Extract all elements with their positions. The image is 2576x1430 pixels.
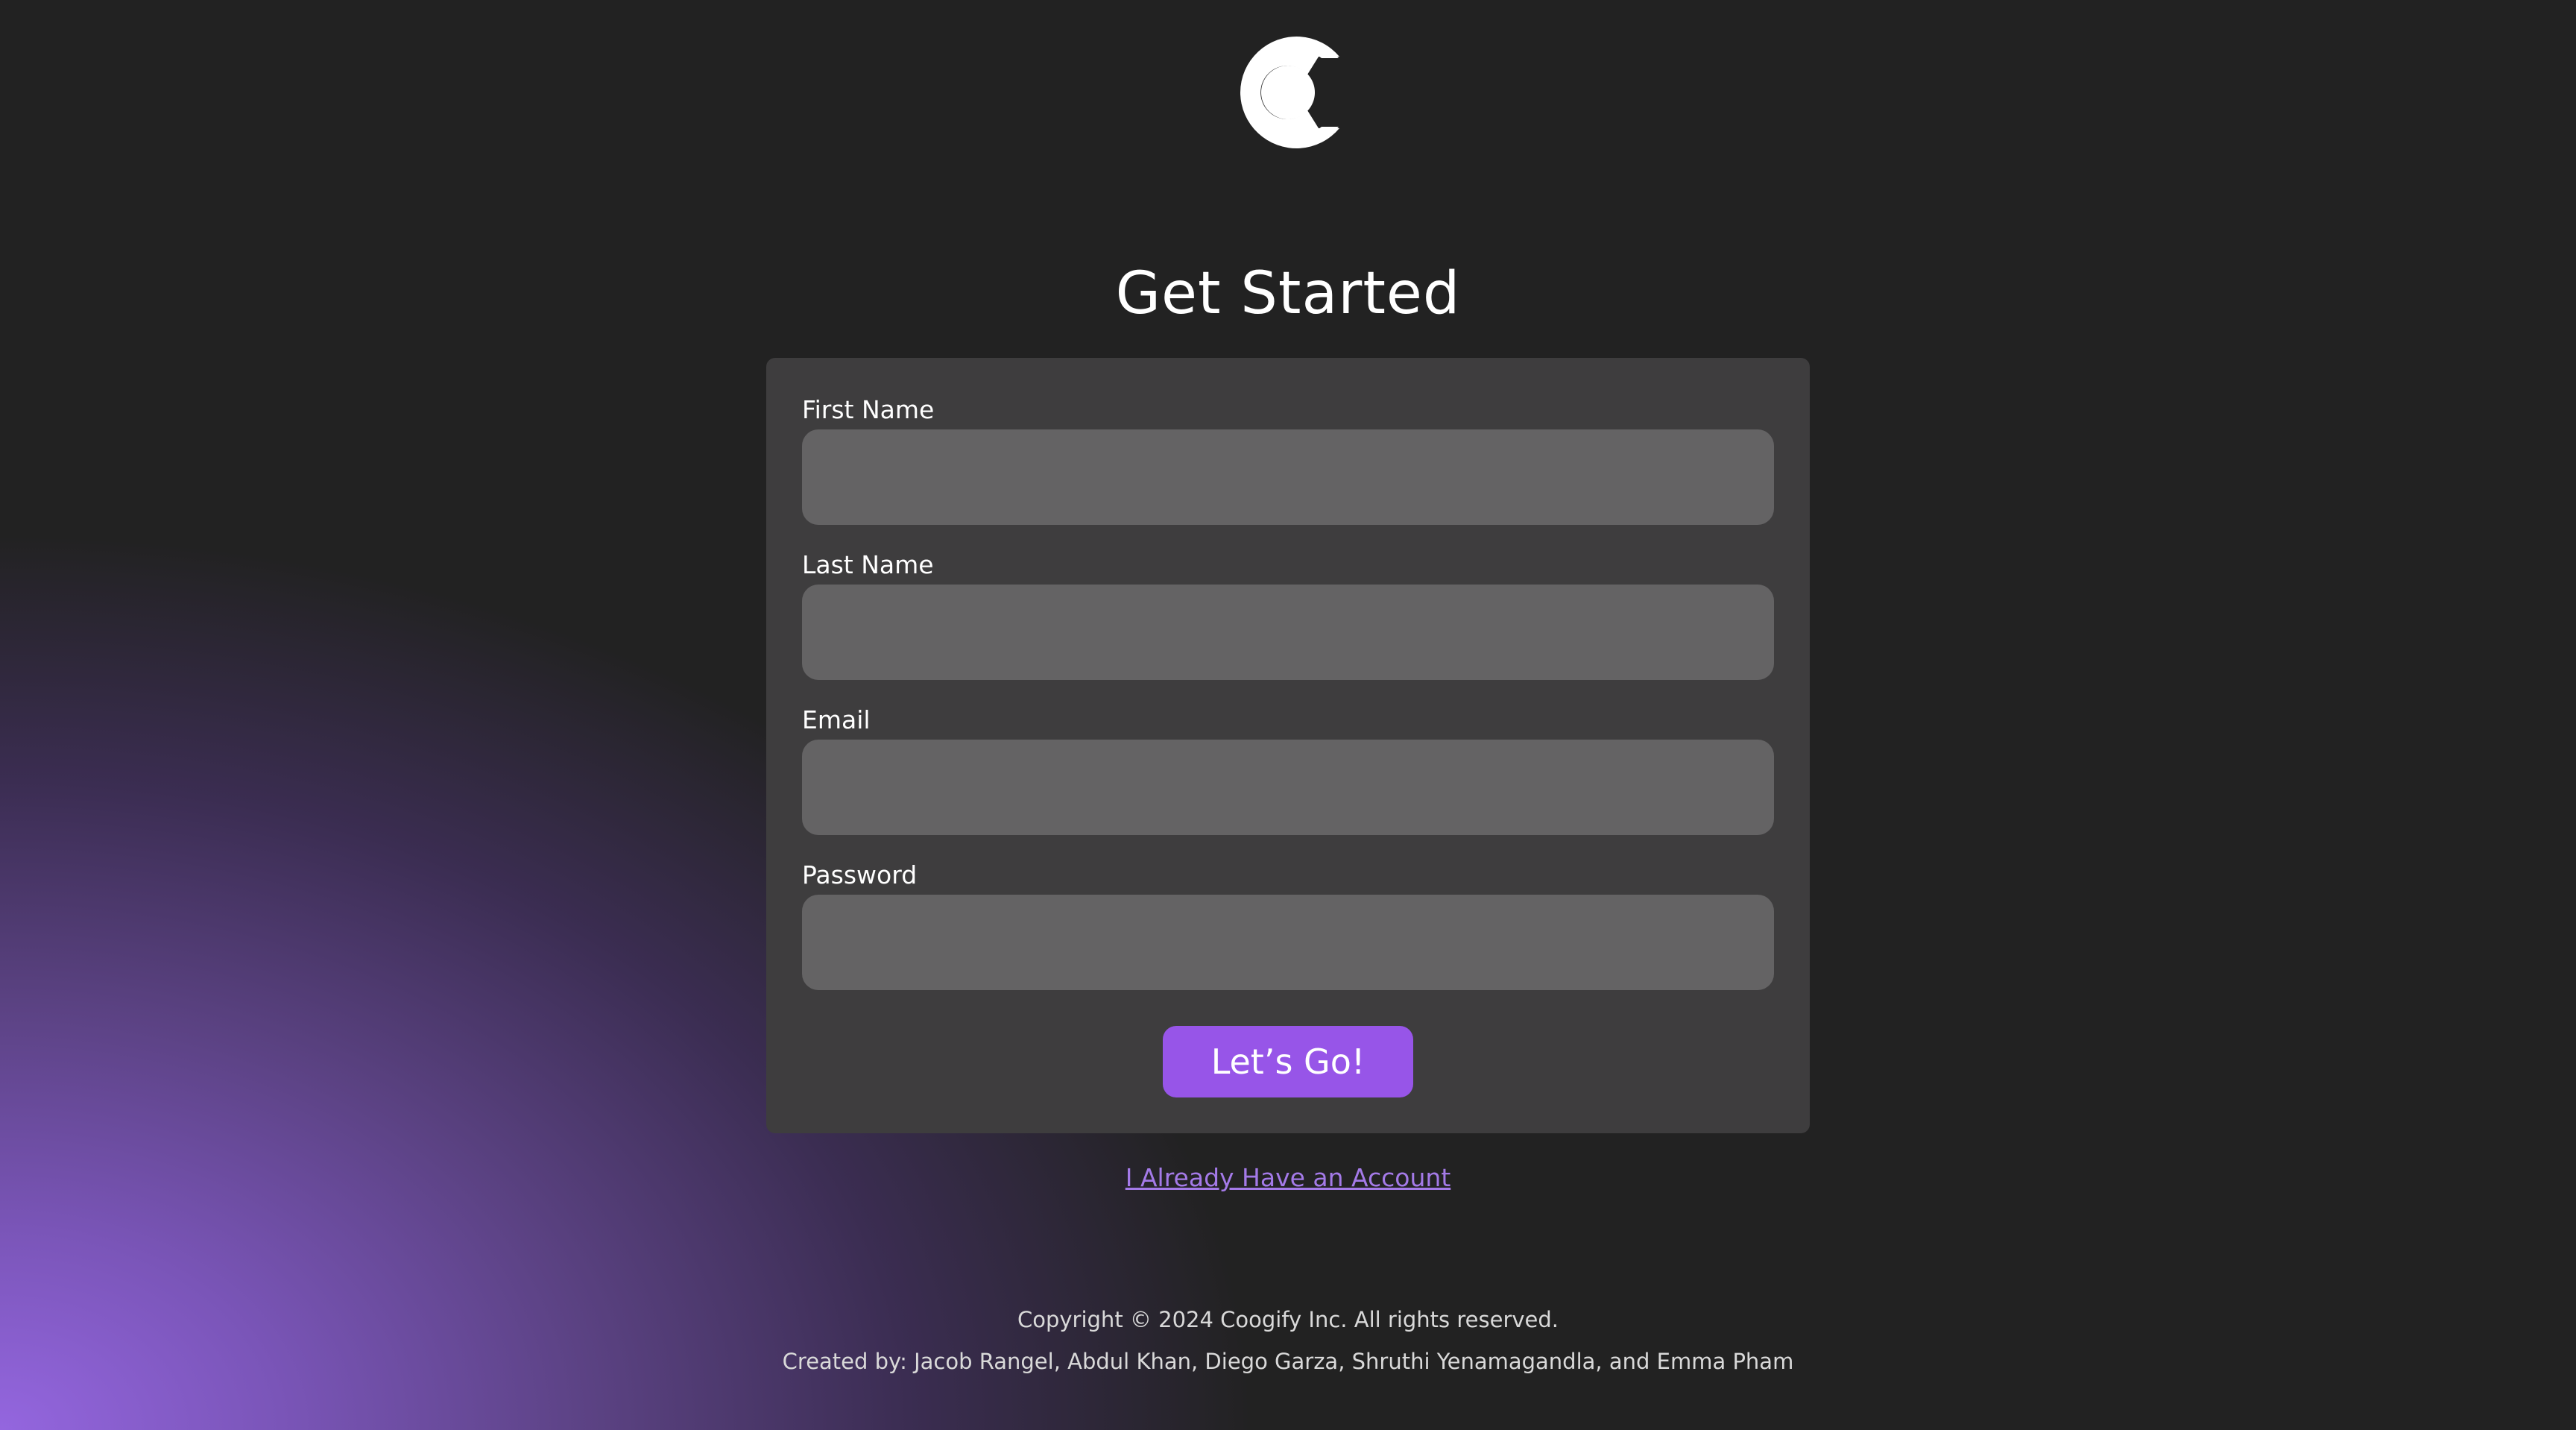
lets-go-button[interactable]: Let’s Go! [1163, 1026, 1413, 1097]
first-name-input[interactable] [802, 429, 1774, 525]
existing-account-link[interactable]: I Already Have an Account [1126, 1163, 1451, 1192]
last-name-label: Last Name [802, 550, 934, 579]
password-input[interactable] [802, 895, 1774, 990]
page-title: Get Started [1115, 260, 1461, 327]
copyright-text: Copyright © 2024 Coogify Inc. All rights… [1017, 1307, 1559, 1332]
first-name-label: First Name [802, 395, 935, 424]
credits-text: Created by: Jacob Rangel, Abdul Khan, Di… [782, 1349, 1794, 1374]
signup-form: First Name Last Name Email Password Let’… [766, 358, 1810, 1133]
play-c-logo-icon [1235, 36, 1341, 149]
last-name-input[interactable] [802, 585, 1774, 680]
email-label: Email [802, 705, 871, 734]
existing-account-link-row: I Already Have an Account [0, 1162, 2576, 1194]
email-input[interactable] [802, 740, 1774, 835]
password-label: Password [802, 860, 918, 889]
